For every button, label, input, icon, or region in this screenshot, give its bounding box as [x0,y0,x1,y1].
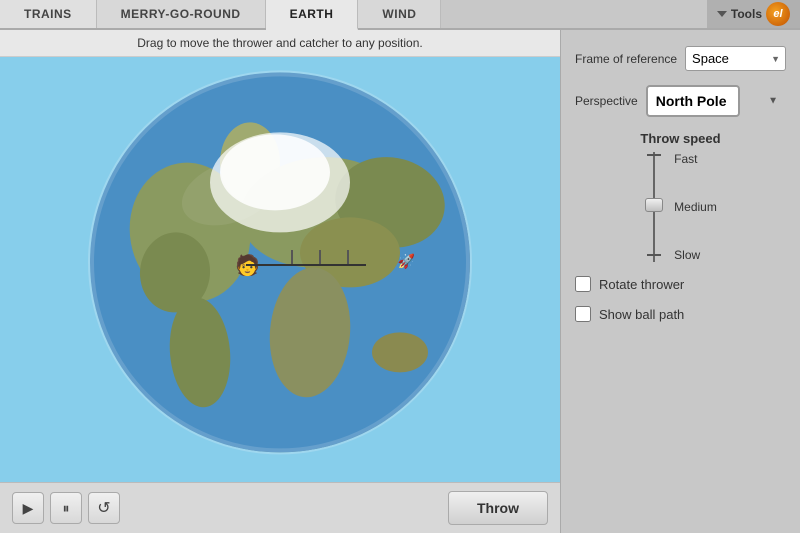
globe-container[interactable]: 🧑 🚀 [0,57,560,482]
show-ball-path-checkbox[interactable] [575,306,591,322]
instruction-bar: Drag to move the thrower and catcher to … [0,30,560,57]
perspective-wrapper: North Pole South Pole Equator [646,85,786,117]
tools-logo: el [766,2,790,26]
show-ball-path-label: Show ball path [599,307,684,322]
tools-button[interactable]: Tools el [707,0,800,28]
rotate-thrower-checkbox[interactable] [575,276,591,292]
perspective-row: Perspective North Pole South Pole Equato… [575,85,786,117]
rotate-thrower-row: Rotate thrower [575,276,786,292]
sim-panel: Drag to move the thrower and catcher to … [0,30,560,533]
throw-line [246,264,366,266]
tools-dropdown-icon [717,11,727,17]
play-icon: ▶ [23,500,34,517]
tab-merry-go-round[interactable]: MERRY-GO-ROUND [97,0,266,28]
catcher-character[interactable]: 🚀 [398,253,415,270]
pause-icon: ⏸ [63,500,70,517]
throw-speed-section: Throw speed Fast Medium Slow [575,131,786,262]
throw-speed-label: Throw speed [640,131,720,146]
speed-tick-fast [647,154,661,156]
speed-label-medium: Medium [674,200,717,214]
frame-of-reference-row: Frame of reference Space Earth [575,46,786,71]
tick-1 [291,250,293,264]
reset-icon: ↺ [97,498,110,518]
tab-wind[interactable]: WIND [358,0,441,28]
tick-3 [347,250,349,264]
play-button[interactable]: ▶ [12,492,44,524]
speed-track[interactable] [644,152,664,262]
speed-label-fast: Fast [674,152,717,166]
throw-button[interactable]: Throw [448,491,548,525]
right-panel: Frame of reference Space Earth Perspecti… [560,30,800,533]
pause-button[interactable]: ⏸ [50,492,82,524]
perspective-label: Perspective [575,94,638,108]
rotate-thrower-label: Rotate thrower [599,277,684,292]
speed-tick-slow [647,254,661,256]
tab-trains[interactable]: TRAINS [0,0,97,28]
speed-slider-area: Fast Medium Slow [644,152,717,262]
show-ball-path-row: Show ball path [575,306,786,322]
tab-bar: TRAINS MERRY-GO-ROUND EARTH WIND Tools e… [0,0,800,30]
main-area: Drag to move the thrower and catcher to … [0,30,800,533]
frame-of-reference-label: Frame of reference [575,52,677,66]
perspective-select[interactable]: North Pole South Pole Equator [646,85,740,117]
speed-handle[interactable] [645,198,663,212]
tab-earth[interactable]: EARTH [266,0,359,30]
frame-of-reference-select[interactable]: Space Earth [685,46,786,71]
instruction-text: Drag to move the thrower and catcher to … [137,36,423,50]
reset-button[interactable]: ↺ [88,492,120,524]
tools-label: Tools [731,7,762,21]
tick-2 [319,250,321,264]
speed-label-slow: Slow [674,248,717,262]
bottom-controls: ▶ ⏸ ↺ Throw [0,482,560,533]
frame-of-reference-wrapper: Space Earth [685,46,786,71]
speed-labels: Fast Medium Slow [674,152,717,262]
